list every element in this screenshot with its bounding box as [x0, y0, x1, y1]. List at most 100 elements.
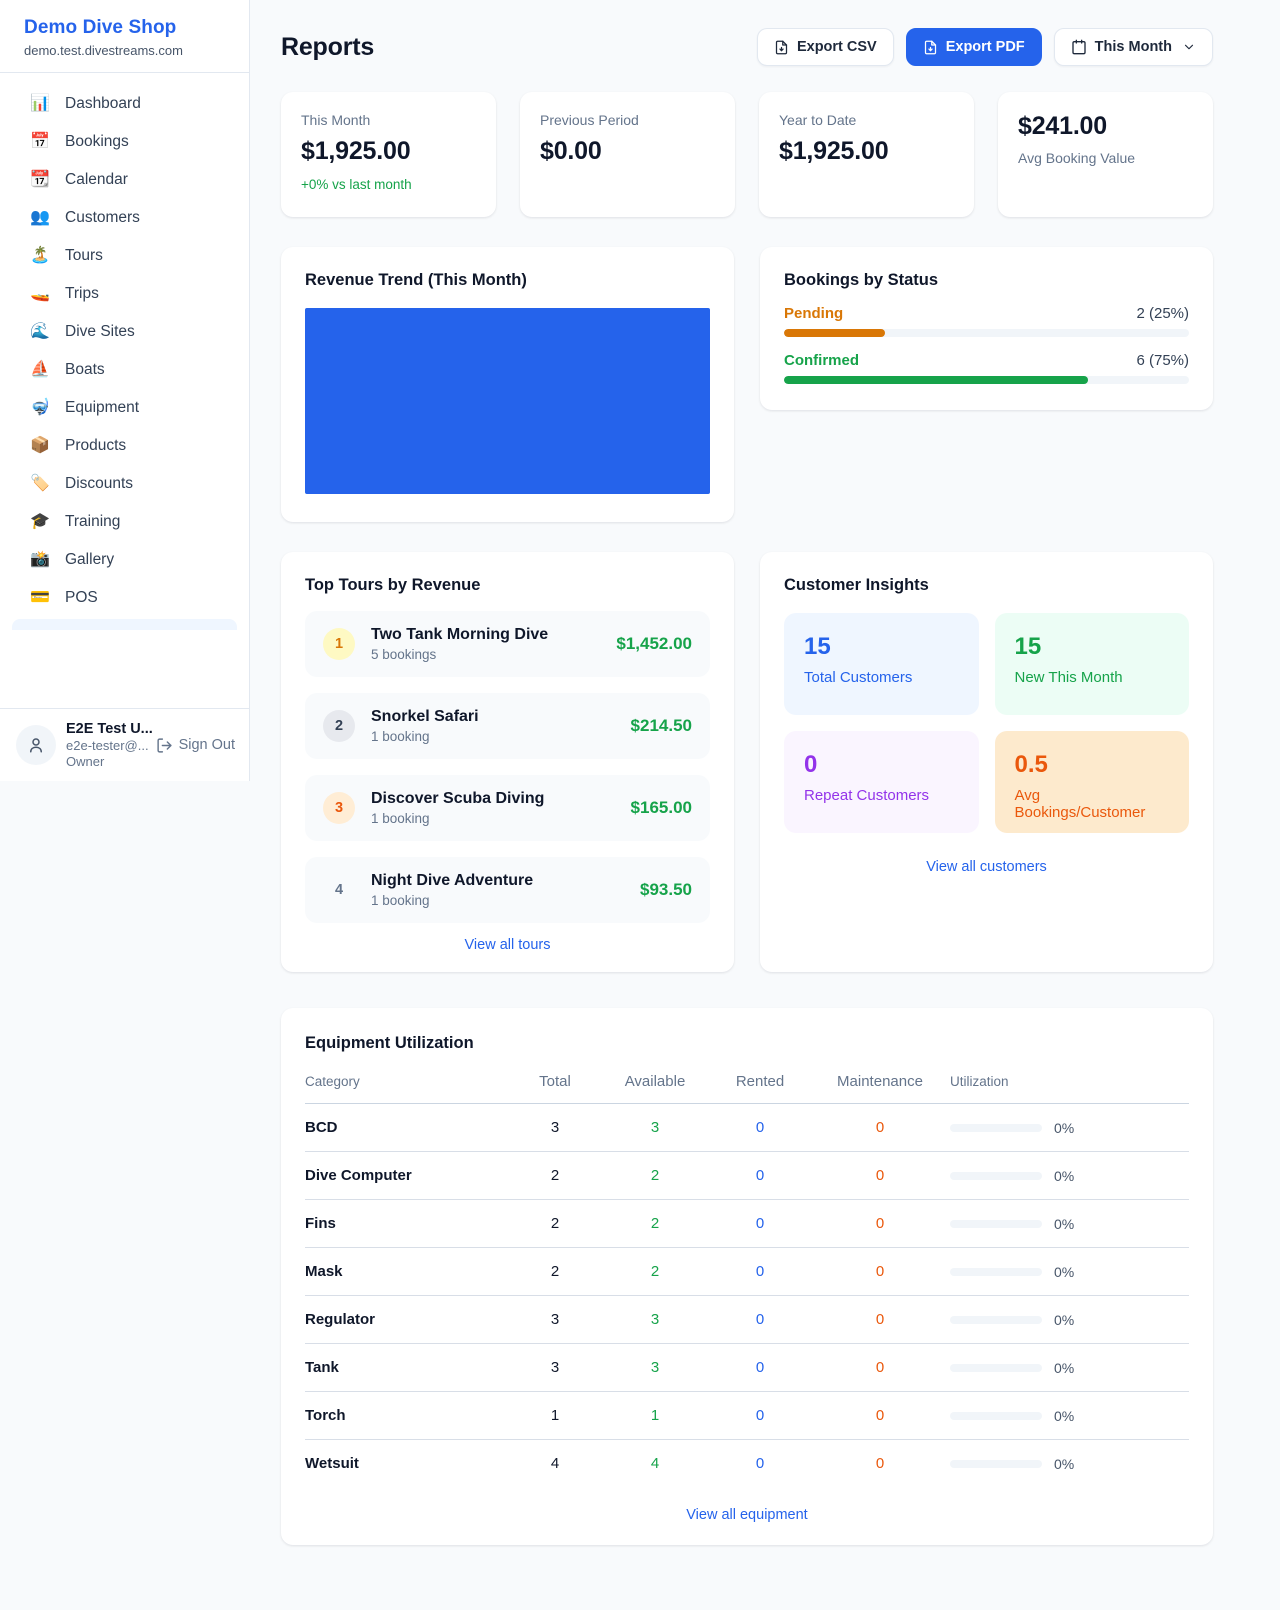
sidebar-item-boats[interactable]: ⛵Boats	[12, 351, 237, 389]
cell-category: Mask	[305, 1263, 510, 1280]
export-pdf-button[interactable]: Export PDF	[906, 28, 1042, 66]
utilization-percent: 0%	[1054, 1456, 1074, 1472]
column-header-rented: Rented	[710, 1073, 810, 1090]
stat-label: Previous Period	[540, 112, 715, 128]
utilization-track	[950, 1364, 1042, 1372]
cell-maintenance: 0	[810, 1119, 950, 1136]
sidebar-item-calendar[interactable]: 📆Calendar	[12, 161, 237, 199]
sign-out-button[interactable]: Sign Out	[156, 737, 235, 754]
sidebar-item-customers[interactable]: 👥Customers	[12, 199, 237, 237]
utilization-track	[950, 1220, 1042, 1228]
file-download-icon	[923, 40, 938, 55]
cell-rented: 0	[710, 1455, 810, 1472]
main-content: Reports Export CSV Export PDF This Month	[281, 0, 1213, 1545]
cell-maintenance: 0	[810, 1167, 950, 1184]
sidebar-item-dive-sites[interactable]: 🌊Dive Sites	[12, 313, 237, 351]
customer-insights-title: Customer Insights	[784, 576, 1189, 595]
sidebar-item-label: Discounts	[65, 475, 133, 493]
sidebar-item-trips[interactable]: 🚤Trips	[12, 275, 237, 313]
top-tours-title: Top Tours by Revenue	[305, 576, 710, 595]
sidebar: Demo Dive Shop demo.test.divestreams.com…	[0, 0, 250, 1545]
cell-available: 2	[600, 1263, 710, 1280]
tile-value: 15	[1015, 633, 1170, 661]
cell-category: Torch	[305, 1407, 510, 1424]
cell-maintenance: 0	[810, 1311, 950, 1328]
stat-value: $1,925.00	[301, 137, 476, 166]
status-value: 6 (75%)	[1136, 352, 1189, 369]
utilization-percent: 0%	[1054, 1408, 1074, 1424]
utilization-track	[950, 1172, 1042, 1180]
cell-available: 1	[600, 1407, 710, 1424]
period-label: This Month	[1095, 39, 1172, 55]
cell-maintenance: 0	[810, 1359, 950, 1376]
column-header-total: Total	[510, 1073, 600, 1090]
sidebar-item-discounts[interactable]: 🏷️Discounts	[12, 465, 237, 503]
status-value: 2 (25%)	[1136, 305, 1189, 322]
status-label: Pending	[784, 305, 843, 322]
sidebar-item-label: POS	[65, 589, 98, 607]
wave-icon: 🌊	[30, 324, 50, 340]
tile-label: New This Month	[1015, 669, 1170, 686]
diving-mask-icon: 🤿	[30, 400, 50, 416]
sidebar-item-label: Products	[65, 437, 126, 455]
export-csv-button[interactable]: Export CSV	[757, 28, 894, 66]
revenue-bar	[305, 308, 710, 494]
sidebar-item-dashboard[interactable]: 📊Dashboard	[12, 85, 237, 123]
bookings-by-status-title: Bookings by Status	[784, 271, 1189, 290]
utilization-percent: 0%	[1054, 1312, 1074, 1328]
user-panel: E2E Test U... e2e-tester@... Owner Sign …	[0, 708, 249, 781]
calendar-icon: 📆	[30, 172, 50, 188]
cell-available: 2	[600, 1167, 710, 1184]
column-header-maintenance: Maintenance	[810, 1073, 950, 1090]
rank-badge: 3	[323, 792, 355, 824]
table-row: Mask 2 2 0 0 0%	[305, 1248, 1189, 1296]
tile-value: 15	[804, 633, 959, 661]
user-role: Owner	[66, 754, 146, 769]
sidebar-item-label: Bookings	[65, 133, 129, 151]
utilization-track	[950, 1268, 1042, 1276]
equipment-table: Category Total Available Rented Maintena…	[305, 1073, 1189, 1487]
table-row: Dive Computer 2 2 0 0 0%	[305, 1152, 1189, 1200]
cell-total: 1	[510, 1407, 600, 1424]
view-all-equipment-link[interactable]: View all equipment	[305, 1507, 1189, 1523]
sidebar-item-pos[interactable]: 💳POS	[12, 579, 237, 617]
view-all-customers-link[interactable]: View all customers	[784, 859, 1189, 875]
tour-name: Two Tank Morning Dive	[371, 626, 548, 644]
status-row-confirmed: Confirmed 6 (75%)	[784, 352, 1189, 384]
table-row: Wetsuit 4 4 0 0 0%	[305, 1440, 1189, 1487]
file-download-icon	[774, 40, 789, 55]
view-all-tours-link[interactable]: View all tours	[305, 923, 710, 953]
cell-available: 3	[600, 1311, 710, 1328]
cell-maintenance: 0	[810, 1407, 950, 1424]
sidebar-item-products[interactable]: 📦 Products	[12, 427, 237, 465]
sidebar-item-bookings[interactable]: 📅Bookings	[12, 123, 237, 161]
tour-row: 2 Snorkel Safari1 booking $214.50	[305, 693, 710, 759]
sidebar-item-training[interactable]: 🎓Training	[12, 503, 237, 541]
cell-total: 2	[510, 1263, 600, 1280]
sidebar-item-reports-partial[interactable]	[12, 619, 237, 630]
sidebar-item-equipment[interactable]: 🤿Equipment	[12, 389, 237, 427]
cell-available: 4	[600, 1455, 710, 1472]
customer-insights-card: Customer Insights 15 Total Customers 15 …	[760, 552, 1213, 972]
graduation-cap-icon: 🎓	[30, 514, 50, 530]
tour-bookings: 1 booking	[371, 811, 544, 826]
equipment-utilization-title: Equipment Utilization	[305, 1034, 1189, 1053]
sidebar-item-label: Gallery	[65, 551, 114, 569]
equipment-table-header: Category Total Available Rented Maintena…	[305, 1073, 1189, 1104]
utilization-percent: 0%	[1054, 1120, 1074, 1136]
avatar	[16, 725, 56, 765]
insight-tile-new-this-month: 15 New This Month	[995, 613, 1190, 715]
tile-value: 0	[804, 751, 959, 779]
period-dropdown[interactable]: This Month	[1054, 28, 1213, 66]
tour-name: Discover Scuba Diving	[371, 790, 544, 808]
status-row-pending: Pending 2 (25%)	[784, 305, 1189, 337]
calendar-icon	[1071, 39, 1087, 55]
column-header-utilization: Utilization	[950, 1074, 1189, 1089]
table-row: Fins 2 2 0 0 0%	[305, 1200, 1189, 1248]
sidebar-item-tours[interactable]: 🏝️Tours	[12, 237, 237, 275]
tour-name: Night Dive Adventure	[371, 872, 533, 890]
sidebar-item-gallery[interactable]: 📸Gallery	[12, 541, 237, 579]
tour-row: 4 Night Dive Adventure1 booking $93.50	[305, 857, 710, 923]
package-icon: 📦	[30, 438, 50, 454]
utilization-percent: 0%	[1054, 1360, 1074, 1376]
